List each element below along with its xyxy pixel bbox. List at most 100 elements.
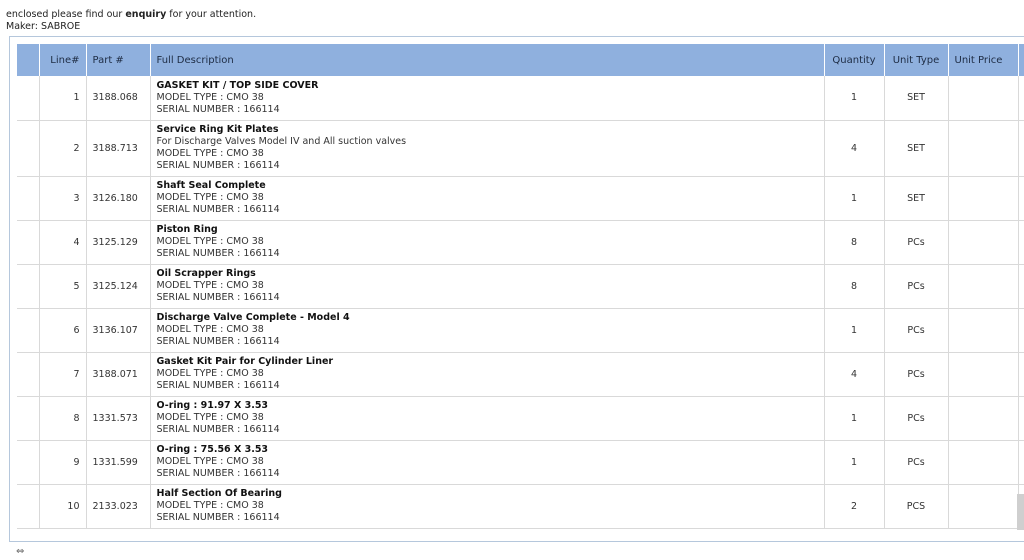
intro-pre: enclosed please find our (6, 9, 126, 20)
unit-price-cell (948, 308, 1019, 353)
description-title: Discharge Valve Complete - Model 4 (156, 312, 350, 323)
description-title: O-ring : 75.56 X 3.53 (156, 444, 269, 455)
header-select (17, 44, 40, 76)
table-row[interactable]: 1 3188.068 GASKET KIT / TOP SIDE COVER MODE… (17, 76, 1024, 121)
row-select-cell[interactable] (17, 484, 40, 529)
row-select-cell[interactable] (17, 396, 40, 441)
intro-post: for your attention. (166, 9, 257, 20)
description-line: MODEL TYPE : CMO 38 (156, 91, 264, 103)
description-line: SERIAL NUMBER : 166114 (156, 468, 280, 479)
description-cell: Discharge Valve Complete - Model 4 MODEL … (150, 308, 825, 353)
extra-cell (1018, 176, 1024, 221)
table-row[interactable]: 10 2133.023 Half Section Of Bearing MODEL T… (17, 484, 1024, 529)
table-row[interactable]: 7 3188.071 Gasket Kit Pair for Cylinder Li… (17, 352, 1024, 397)
part-number-cell: 3125.129 (86, 220, 151, 265)
description-cell: Half Section Of Bearing MODEL TYPE : CMO … (150, 484, 825, 529)
unit-type-cell: SET (884, 76, 949, 121)
description-title: Gasket Kit Pair for Cylinder Liner (156, 356, 334, 367)
unit-price-cell (948, 264, 1019, 309)
unit-type-cell: SET (884, 176, 949, 221)
items-table: Line# Part # Full Description Quantity U… (17, 44, 1024, 529)
intro-sentence: enclosed please find our enquiry for you… (6, 9, 256, 21)
header-unit-price[interactable]: Unit Price (948, 44, 1019, 76)
quantity-cell: 1 (824, 308, 885, 353)
unit-type-cell: PCs (884, 440, 949, 485)
quantity-cell: 1 (824, 176, 885, 221)
table-row[interactable]: 9 1331.599 O-ring : 75.56 X 3.53 MODEL TYPE… (17, 440, 1024, 485)
intro-bold: enquiry (125, 9, 167, 20)
header-extra[interactable]: ( (1018, 44, 1024, 76)
header-line[interactable]: Line# (39, 44, 87, 76)
unit-type-cell: PCs (884, 220, 949, 265)
unit-price-cell (948, 352, 1019, 397)
table-row[interactable]: 8 1331.573 O-ring : 91.97 X 3.53 MODEL TYPE… (17, 396, 1024, 441)
part-number-cell: 1331.599 (86, 440, 151, 485)
line-number-cell: 6 (39, 308, 87, 353)
table-row[interactable]: 2 3188.713 Service Ring Kit Plates For Disc… (17, 120, 1024, 177)
description-line: SERIAL NUMBER : 166114 (156, 103, 280, 115)
row-select-cell[interactable] (17, 76, 40, 121)
table-row[interactable]: 5 3125.124 Oil Scrapper Rings MODEL TYPE : … (17, 264, 1024, 309)
part-number-cell: 3126.180 (86, 176, 151, 221)
description-line: SERIAL NUMBER : 166114 (156, 160, 280, 171)
table-row[interactable]: 4 3125.129 Piston Ring MODEL TYPE : CMO 38 S… (17, 220, 1024, 265)
extra-cell (1018, 264, 1024, 309)
description-line: SERIAL NUMBER : 166114 (156, 424, 280, 435)
unit-price-cell (948, 120, 1019, 177)
quantity-cell: 8 (824, 220, 885, 265)
quantity-cell: 4 (824, 352, 885, 397)
description-line: MODEL TYPE : CMO 38 (156, 280, 264, 291)
header-description[interactable]: Full Description (150, 44, 825, 76)
unit-price-cell (948, 396, 1019, 441)
unit-type-cell: PCs (884, 396, 949, 441)
link-icon[interactable]: ⇔ (16, 546, 24, 557)
extra-cell (1018, 396, 1024, 441)
part-number-cell: 3188.068 (86, 76, 151, 121)
description-title: Service Ring Kit Plates (156, 124, 279, 135)
description-title: Oil Scrapper Rings (156, 268, 256, 279)
description-line: MODEL TYPE : CMO 38 (156, 192, 264, 203)
quantity-cell: 8 (824, 264, 885, 309)
unit-type-cell: PCs (884, 308, 949, 353)
description-cell: O-ring : 75.56 X 3.53 MODEL TYPE : CMO 38… (150, 440, 825, 485)
part-number-cell: 2133.023 (86, 484, 151, 529)
scrollbar-thumb[interactable] (1017, 494, 1024, 530)
description-title: Half Section Of Bearing (156, 488, 283, 499)
row-select-cell[interactable] (17, 308, 40, 353)
row-select-cell[interactable] (17, 352, 40, 397)
maker-label: Maker: SABROE (6, 21, 81, 32)
extra-cell (1018, 120, 1024, 177)
line-number-cell: 4 (39, 220, 87, 265)
items-table-frame: Line# Part # Full Description Quantity U… (9, 36, 1024, 542)
description-line: SERIAL NUMBER : 166114 (156, 512, 280, 523)
header-part[interactable]: Part # (86, 44, 151, 76)
line-number-cell: 8 (39, 396, 87, 441)
description-line: SERIAL NUMBER : 166114 (156, 380, 280, 391)
table-row[interactable]: 3 3126.180 Shaft Seal Complete MODEL TYPE :… (17, 176, 1024, 221)
table-row[interactable]: 6 3136.107 Discharge Valve Complete - Mode… (17, 308, 1024, 353)
quantity-cell: 2 (824, 484, 885, 529)
part-number-cell: 1331.573 (86, 396, 151, 441)
line-number-cell: 9 (39, 440, 87, 485)
extra-cell (1018, 220, 1024, 265)
description-line: MODEL TYPE : CMO 38 (156, 500, 264, 511)
quantity-cell: 1 (824, 440, 885, 485)
row-select-cell[interactable] (17, 440, 40, 485)
description-title: GASKET KIT / TOP SIDE COVER (156, 79, 319, 91)
header-quantity[interactable]: Quantity (824, 44, 885, 76)
table-body: 1 3188.068 GASKET KIT / TOP SIDE COVER MODE… (17, 76, 1024, 529)
description-line: MODEL TYPE : CMO 38 (156, 412, 264, 423)
description-line: MODEL TYPE : CMO 38 (156, 236, 264, 247)
row-select-cell[interactable] (17, 120, 40, 177)
header-unit-type[interactable]: Unit Type (884, 44, 949, 76)
description-line: MODEL TYPE : CMO 38 (156, 324, 264, 335)
row-select-cell[interactable] (17, 176, 40, 221)
row-select-cell[interactable] (17, 220, 40, 265)
extra-cell (1018, 352, 1024, 397)
unit-price-cell (948, 176, 1019, 221)
description-line: MODEL TYPE : CMO 38 (156, 148, 264, 159)
description-line: MODEL TYPE : CMO 38 (156, 456, 264, 467)
row-select-cell[interactable] (17, 264, 40, 309)
description-title: Shaft Seal Complete (156, 180, 266, 191)
line-number-cell: 3 (39, 176, 87, 221)
